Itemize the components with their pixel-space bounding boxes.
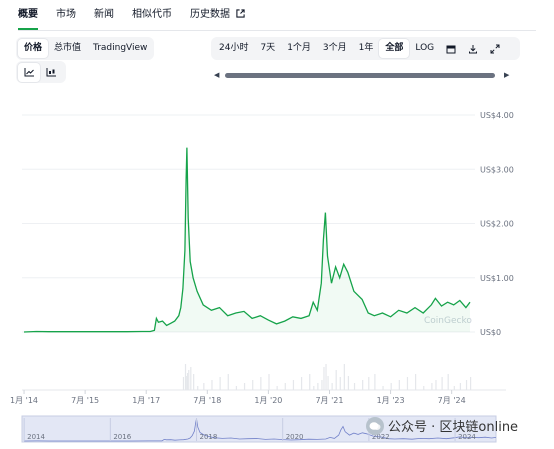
volume-bar bbox=[343, 364, 345, 390]
volume-bars bbox=[182, 364, 472, 390]
volume-bar bbox=[327, 376, 329, 390]
volume-bar bbox=[227, 374, 229, 390]
volume-bar bbox=[219, 377, 221, 390]
volume-bar bbox=[190, 367, 192, 390]
y-tick-label: US$2.00 bbox=[480, 220, 514, 229]
x-tick-label: 1月 '20 bbox=[254, 396, 282, 405]
chart-grid bbox=[22, 114, 475, 333]
volume-bar bbox=[325, 364, 327, 390]
volume-bar bbox=[374, 374, 376, 390]
volume-bar bbox=[441, 377, 443, 390]
watermark-text: 公众号 · 区块链online bbox=[388, 420, 519, 435]
volume-bar bbox=[459, 383, 462, 390]
volume-bar bbox=[182, 377, 185, 390]
volume-bar bbox=[252, 380, 254, 390]
volume-bar bbox=[188, 370, 190, 390]
volume-bar bbox=[362, 380, 364, 390]
volume-bar bbox=[235, 386, 238, 390]
volume-bar bbox=[390, 383, 392, 390]
navigator-tick-label: 2016 bbox=[113, 433, 131, 441]
volume-bar bbox=[406, 377, 409, 390]
volume-bar bbox=[431, 383, 433, 390]
volume-bar bbox=[368, 377, 370, 390]
y-tick-label: US$3.00 bbox=[480, 165, 514, 174]
x-tick-label: 1月 '23 bbox=[377, 396, 405, 405]
volume-bar bbox=[276, 386, 278, 390]
x-tick-label: 1月 '17 bbox=[132, 396, 160, 405]
price-chart: US$0US$1.00US$2.00US$3.00US$4.00 CoinGec… bbox=[10, 111, 514, 443]
account-watermark: 公众号 · 区块链online bbox=[366, 416, 518, 435]
volume-bar bbox=[470, 377, 472, 390]
volume-bar bbox=[353, 383, 356, 390]
volume-bar bbox=[203, 383, 205, 390]
wechat-icon bbox=[366, 416, 384, 435]
x-tick-label: 7月 '24 bbox=[438, 396, 466, 405]
volume-bar bbox=[453, 386, 455, 390]
navigator-tick-label: 2014 bbox=[27, 433, 45, 441]
volume-bar bbox=[317, 383, 319, 390]
volume-bar bbox=[292, 380, 295, 390]
volume-bar bbox=[300, 377, 303, 390]
y-axis-ticks: US$0 US$1.00 US$2.00 US$3.00 US$4.00 bbox=[480, 111, 514, 337]
x-tick-label: 7月 '21 bbox=[315, 396, 343, 405]
navigator-tick-label: 2018 bbox=[200, 433, 218, 441]
volume-bar bbox=[435, 380, 437, 390]
volume-bar bbox=[321, 380, 323, 390]
x-tick-label: 7月 '15 bbox=[71, 396, 99, 405]
volume-bar bbox=[347, 376, 350, 390]
volume-bar bbox=[398, 380, 400, 390]
y-tick-label: US$4.00 bbox=[480, 111, 514, 120]
volume-bar bbox=[313, 386, 315, 390]
volume-bar bbox=[323, 367, 325, 390]
volume-bar bbox=[193, 374, 195, 390]
volume-bar bbox=[415, 374, 417, 390]
volume-bar bbox=[260, 377, 262, 390]
volume-bar bbox=[335, 370, 337, 390]
volume-bar bbox=[465, 380, 468, 390]
price-line bbox=[23, 147, 471, 333]
volume-bar bbox=[447, 374, 449, 390]
volume-bar bbox=[211, 380, 213, 390]
volume-bar bbox=[197, 386, 199, 390]
volume-bar bbox=[268, 374, 270, 390]
volume-bar bbox=[284, 383, 286, 390]
volume-bar bbox=[423, 386, 425, 390]
volume-bar bbox=[243, 383, 246, 390]
volume-bar bbox=[382, 386, 384, 390]
volume-bar bbox=[186, 373, 189, 390]
y-tick-label: US$0 bbox=[480, 328, 501, 337]
volume-bar bbox=[339, 377, 341, 390]
volume-bar bbox=[184, 364, 187, 390]
x-tick-label: 7月 '18 bbox=[193, 396, 221, 405]
volume-bar bbox=[331, 383, 333, 390]
price-area bbox=[24, 147, 470, 332]
navigator-tick-label: 2020 bbox=[286, 433, 304, 441]
volume-bar bbox=[309, 374, 311, 390]
x-tick-label: 1月 '14 bbox=[10, 396, 38, 405]
x-axis-ticks: 1月 '14 7月 '15 1月 '17 7月 '18 1月 '20 7月 '21 1月 '… bbox=[10, 390, 466, 405]
y-tick-label: US$1.00 bbox=[480, 274, 514, 283]
